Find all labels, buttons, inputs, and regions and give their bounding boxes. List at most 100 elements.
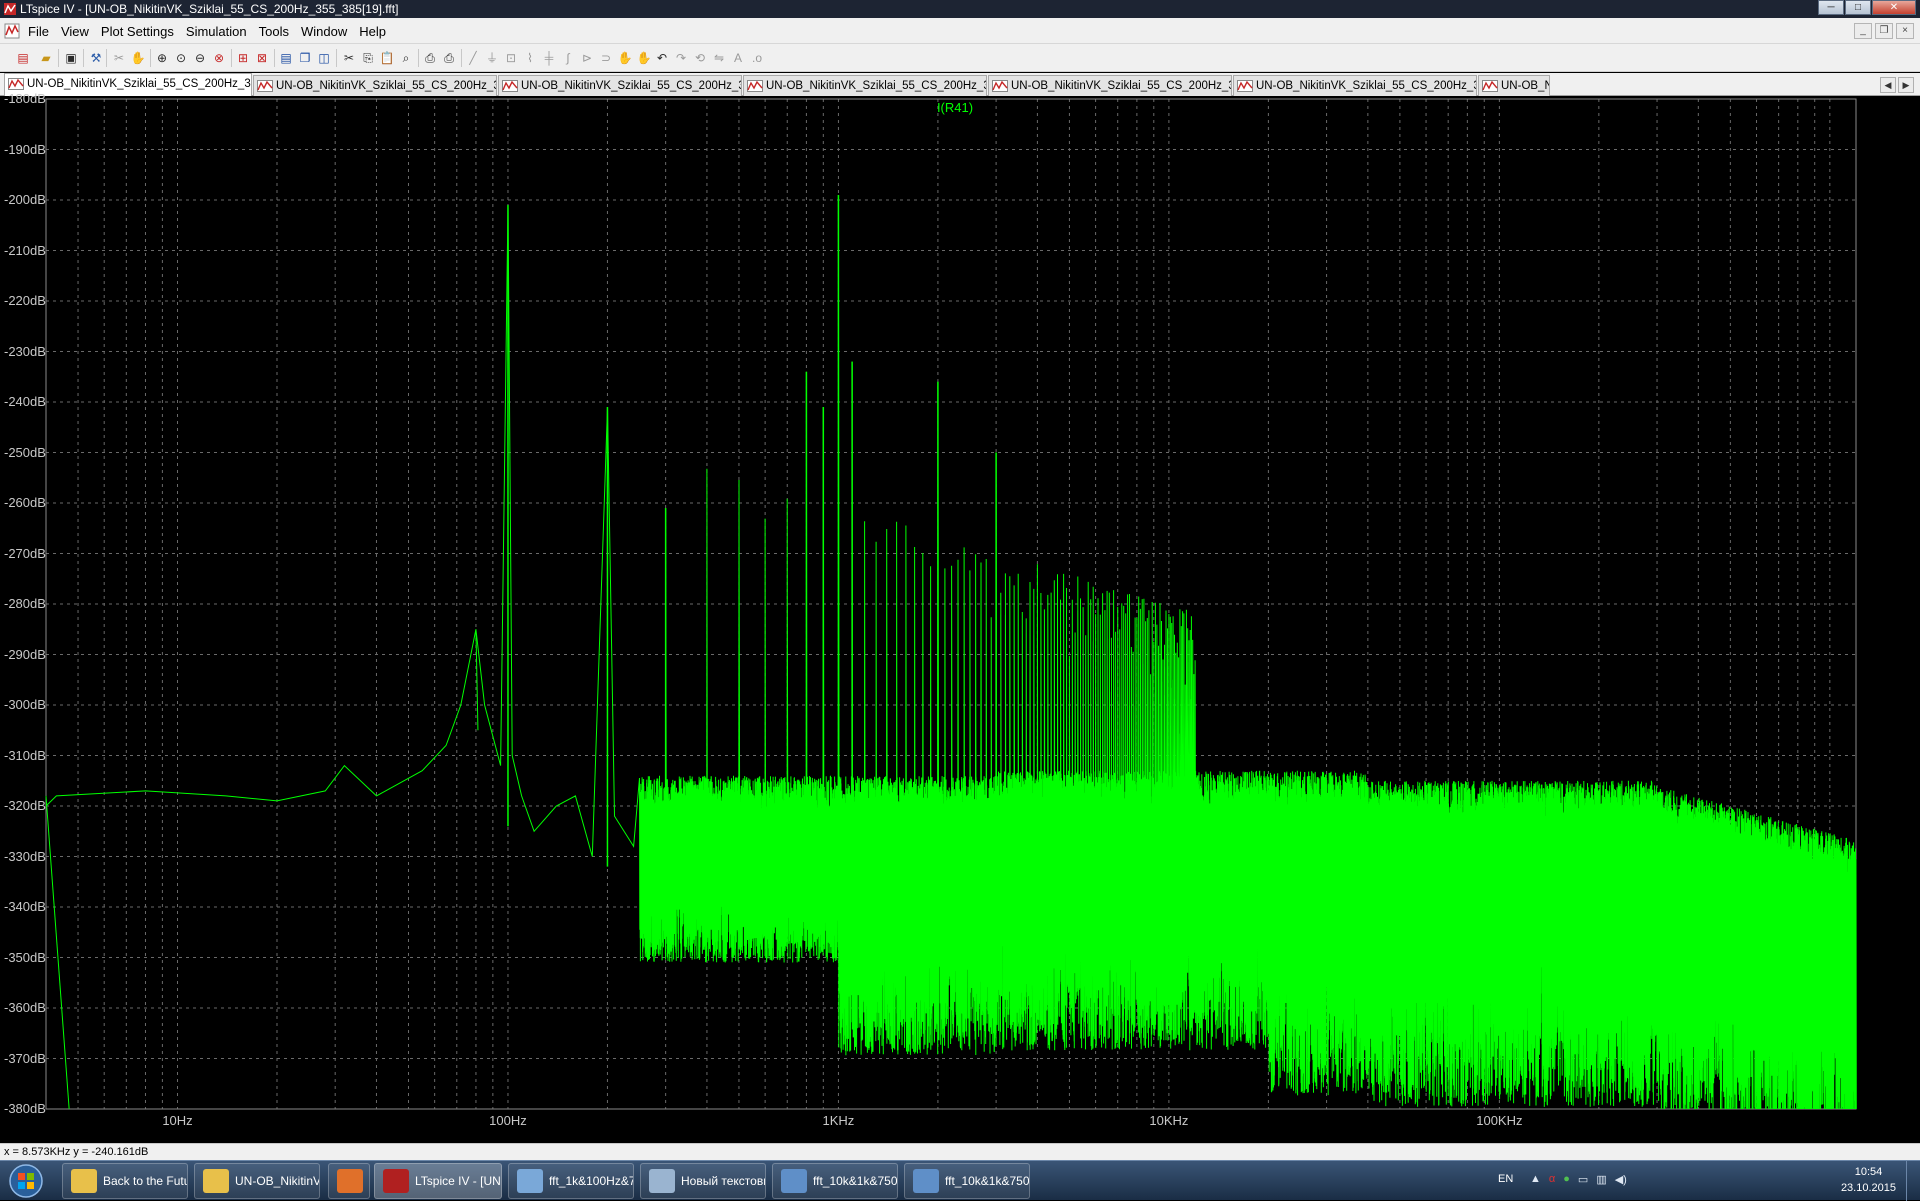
save-icon[interactable]: ▣ <box>62 49 80 67</box>
language-indicator[interactable]: EN <box>1498 1173 1513 1185</box>
clock-date: 23.10.2015 <box>1840 1182 1896 1194</box>
menu-view[interactable]: View <box>55 24 95 39</box>
tile-vertical-icon[interactable]: ◫ <box>315 49 333 67</box>
mirror-icon[interactable]: ⇋ <box>710 49 728 67</box>
y-tick-label: -260dB <box>4 495 46 510</box>
autorange-icon[interactable]: ⊞ <box>234 49 252 67</box>
clock-time: 10:54 <box>1854 1166 1883 1178</box>
run-icon[interactable]: ✂ <box>110 49 128 67</box>
y-tick-label: -280dB <box>4 596 46 611</box>
waveform-icon <box>747 80 763 92</box>
capacitor-icon[interactable]: ╪ <box>540 49 558 67</box>
usb-icon[interactable]: ▭ <box>1578 1173 1588 1186</box>
find-icon[interactable]: ⌕ <box>397 49 415 67</box>
tab-label: UN-OB_NikitinVK_Sziklai_55_CS_200Hz_355_… <box>766 80 987 92</box>
show-desktop-button[interactable] <box>1906 1161 1920 1201</box>
maximize-button[interactable]: □ <box>1845 0 1871 15</box>
rotate-icon[interactable]: ⟲ <box>691 49 709 67</box>
tab-scroll-left-button[interactable]: ◀ <box>1880 77 1896 93</box>
waveform-icon <box>1482 80 1498 92</box>
menu-plot-settings[interactable]: Plot Settings <box>95 24 180 39</box>
taskbar-item[interactable]: fft_10k&1k&750H... <box>772 1163 898 1199</box>
title-bar[interactable]: LTspice IV - [UN-OB_NikitinVK_Sziklai_55… <box>0 0 1920 18</box>
minimize-button[interactable]: ─ <box>1818 0 1844 15</box>
halt-icon[interactable]: ✋ <box>129 49 147 67</box>
ltspice-app-icon <box>4 3 16 15</box>
close-button[interactable]: ✕ <box>1872 0 1916 15</box>
tray-expand-icon[interactable]: ▲ <box>1530 1173 1541 1186</box>
tab-label: UN-OB_NikitinVK_Sziklai_55_CS_200Hz_355_… <box>1256 80 1477 92</box>
waveform-icon <box>257 80 273 92</box>
diode-icon[interactable]: ⊳ <box>578 49 596 67</box>
menu-window[interactable]: Window <box>295 24 353 39</box>
tab-document-5[interactable]: UN-OB_NikitinVK_Sziklai_55_CS_200Hz_355_… <box>1233 75 1477 96</box>
paint-icon <box>517 1169 543 1193</box>
menu-file[interactable]: File <box>22 24 55 39</box>
taskbar-item[interactable]: LTspice IV - [UN-... <box>374 1163 502 1199</box>
drag-icon[interactable]: ✋ <box>635 49 653 67</box>
update-icon[interactable]: ● <box>1563 1173 1570 1186</box>
tab-document-6[interactable]: UN-OB_N <box>1478 75 1550 96</box>
tab-document-4[interactable]: UN-OB_NikitinVK_Sziklai_55_CS_200Hz_355_… <box>988 75 1232 96</box>
taskbar-item[interactable]: Новый текстовы... <box>640 1163 766 1199</box>
start-button[interactable] <box>2 1162 50 1200</box>
tab-document-2[interactable]: UN-OB_NikitinVK_Sziklai_55_CS_200Hz_355_… <box>498 75 742 96</box>
resistor-icon[interactable]: ⌇ <box>521 49 539 67</box>
undo-icon[interactable]: ↶ <box>653 49 671 67</box>
new-schematic-icon[interactable]: ▤ <box>14 49 32 67</box>
mdi-minimize-button[interactable]: _ <box>1854 23 1872 39</box>
redo-icon[interactable]: ↷ <box>672 49 690 67</box>
zoom-fit-icon[interactable]: ⊗ <box>210 49 228 67</box>
component-icon[interactable]: ⊃ <box>597 49 615 67</box>
move-icon[interactable]: ✋ <box>616 49 634 67</box>
volume-icon[interactable]: ◀) <box>1615 1173 1627 1186</box>
cut-icon[interactable]: ✂ <box>340 49 358 67</box>
mdi-close-button[interactable]: × <box>1896 23 1914 39</box>
mdi-restore-button[interactable]: ❐ <box>1875 23 1893 39</box>
menu-tools[interactable]: Tools <box>253 24 295 39</box>
tab-document-3[interactable]: UN-OB_NikitinVK_Sziklai_55_CS_200Hz_355_… <box>743 75 987 96</box>
taskbar-item[interactable] <box>328 1163 370 1199</box>
pan-icon[interactable]: ⊙ <box>172 49 190 67</box>
clock[interactable]: 10:54 23.10.2015 <box>1841 1164 1896 1196</box>
cursor-icon[interactable]: ⊠ <box>253 49 271 67</box>
plot-canvas[interactable] <box>0 97 1920 1143</box>
paste-icon[interactable]: 📋 <box>378 49 396 67</box>
image-icon <box>913 1169 939 1193</box>
taskbar-item-label: fft_1k&100Hz&75... <box>549 1174 633 1188</box>
taskbar-item[interactable]: fft_10k&1k&750H... <box>904 1163 1030 1199</box>
zoom-in-icon[interactable]: ⊕ <box>153 49 171 67</box>
print-icon[interactable]: ⎙ <box>440 49 458 67</box>
tab-scroll-right-button[interactable]: ▶ <box>1898 77 1914 93</box>
label-net-icon[interactable]: ⊡ <box>502 49 520 67</box>
taskbar-item[interactable]: fft_1k&100Hz&75... <box>508 1163 634 1199</box>
status-bar: x = 8.573KHz y = -240.161dB <box>0 1143 1920 1160</box>
ltspice-window: LTspice IV - [UN-OB_NikitinVK_Sziklai_55… <box>0 0 1920 1201</box>
ground-icon[interactable]: ⏚ <box>483 49 501 67</box>
y-tick-label: -230dB <box>4 343 46 359</box>
waveform-plot[interactable]: I(R41) -180dB -190dB -200dB -210dB -220dB -23… <box>0 91 1920 1143</box>
network-icon[interactable]: ▥ <box>1596 1173 1606 1186</box>
print-preview-icon[interactable]: ⎙ <box>421 49 439 67</box>
copy-icon[interactable]: ⎘ <box>359 49 377 67</box>
inductor-icon[interactable]: ∫ <box>559 49 577 67</box>
trace-label[interactable]: I(R41) <box>900 100 1010 115</box>
spice-directive-icon[interactable]: .o <box>748 49 766 67</box>
taskbar-item[interactable]: UN-OB_NikitinVK... <box>194 1163 320 1199</box>
tab-label: UN-OB_NikitinVK_Sziklai_55_CS_200Hz_355_… <box>1011 80 1232 92</box>
control-panel-icon[interactable]: ⚒ <box>87 49 105 67</box>
open-folder-icon[interactable]: ▰ <box>37 49 55 67</box>
y-tick-label: -330dB <box>4 848 46 864</box>
tab-document-1[interactable]: UN-OB_NikitinVK_Sziklai_55_CS_200Hz_355_… <box>253 75 497 96</box>
cascade-icon[interactable]: ❐ <box>296 49 314 67</box>
waveform-doc-icon[interactable] <box>4 23 20 39</box>
menu-simulation[interactable]: Simulation <box>180 24 253 39</box>
taskbar-item[interactable]: Back to the Futur... <box>62 1163 188 1199</box>
zoom-out-icon[interactable]: ⊖ <box>191 49 209 67</box>
menu-help[interactable]: Help <box>353 24 392 39</box>
wire-icon[interactable]: ╱ <box>464 49 482 67</box>
y-tick-label: -190dB <box>4 141 46 157</box>
tile-horizontal-icon[interactable]: ▤ <box>277 49 295 67</box>
antivirus-icon[interactable]: α <box>1549 1173 1555 1186</box>
text-icon[interactable]: A <box>729 49 747 67</box>
